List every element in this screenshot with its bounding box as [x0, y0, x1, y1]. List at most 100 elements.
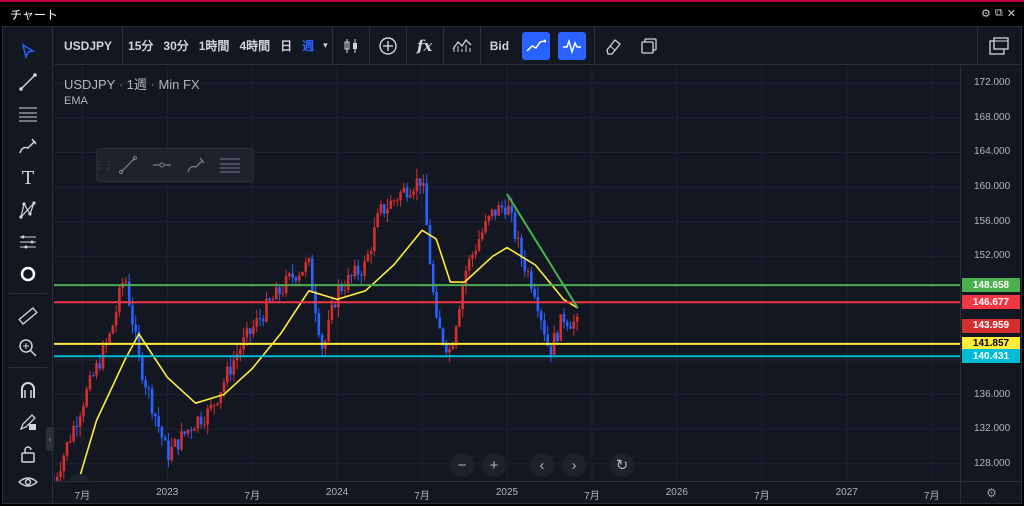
candle-body: [516, 237, 520, 239]
layout-icon[interactable]: [986, 32, 1014, 60]
time-tick: 7月: [74, 491, 91, 502]
drag-handle-icon[interactable]: ⋮⋮: [94, 149, 114, 181]
chart-settings-icon[interactable]: ⚙: [960, 481, 1022, 503]
line-chart-toggle-icon[interactable]: [522, 31, 551, 60]
legend-indicator[interactable]: EMA: [64, 95, 88, 107]
time-axis[interactable]: 7月 2023 7月 2024 7月 2025 7月 2026 7月 2027 7月: [54, 481, 960, 503]
candle-body: [154, 413, 157, 417]
float-hline-icon[interactable]: [145, 149, 179, 181]
candle-body: [369, 250, 373, 254]
compare-plus-icon[interactable]: [374, 32, 402, 60]
scroll-right-icon[interactable]: ›: [562, 453, 586, 477]
candle-body: [454, 326, 458, 346]
symbol-search[interactable]: USDJPY: [54, 27, 122, 65]
chart-pane[interactable]: USDJPY · 1週 · Min FX EMA ⋮⋮ − + ‹ › ↻: [54, 66, 960, 481]
indicators-fx-icon[interactable]: fx: [411, 32, 439, 60]
interval-1h[interactable]: 1時間: [194, 27, 235, 65]
interval-week[interactable]: 週: [297, 27, 319, 65]
collapse-toolbar-icon[interactable]: ‹: [46, 427, 54, 451]
cursor-icon[interactable]: [15, 39, 41, 63]
price-line-label: 140.431: [962, 349, 1020, 364]
interval-15m[interactable]: 15分: [123, 27, 158, 65]
candle-body: [199, 416, 203, 425]
chevron-down-icon[interactable]: ▾: [319, 27, 332, 65]
candle-body: [565, 322, 569, 327]
price-tick: 160.000: [974, 181, 1011, 193]
candle-body: [190, 429, 193, 431]
candle-body: [526, 271, 530, 273]
candle-body: [294, 277, 298, 281]
settings-icon[interactable]: ⚙: [981, 7, 991, 20]
candle-body: [327, 319, 330, 342]
fib-icon[interactable]: [15, 102, 41, 126]
oscillator-toggle-icon[interactable]: [558, 31, 587, 60]
price-tick: 152.000: [974, 250, 1011, 262]
copy-icon[interactable]: [635, 32, 663, 60]
candle-body: [245, 328, 249, 338]
candle-body: [356, 265, 360, 275]
candle-body: [297, 275, 301, 281]
candle-body: [147, 387, 151, 389]
scroll-left-icon[interactable]: ‹: [530, 453, 554, 477]
ruler-icon[interactable]: [15, 304, 41, 328]
candle-body: [477, 239, 481, 251]
candle-body: [549, 345, 553, 355]
candle-body: [167, 440, 170, 461]
price-tick: 164.000: [974, 146, 1011, 158]
projection-icon[interactable]: [15, 230, 41, 254]
time-tick: 7月: [584, 491, 600, 502]
zoom-in-icon[interactable]: +: [482, 453, 506, 477]
candles-icon[interactable]: [337, 32, 365, 60]
candle-body: [291, 273, 294, 278]
chart-legend: USDJPY · 1週 · Min FX: [64, 77, 200, 92]
lock-icon[interactable]: [15, 442, 41, 466]
interval-4h[interactable]: 4時間: [234, 27, 275, 65]
candle-body: [530, 271, 533, 289]
text-icon[interactable]: T: [15, 166, 41, 190]
interval-30m[interactable]: 30分: [158, 27, 193, 65]
eraser-icon[interactable]: [599, 32, 627, 60]
price-axis[interactable]: 172.000 168.000 164.000 160.000 156.000 152.0…: [960, 66, 1022, 481]
time-tick: 7月: [244, 491, 260, 502]
eye-icon[interactable]: [15, 470, 41, 494]
candle-body: [212, 404, 216, 406]
candle-body: [150, 388, 154, 414]
candle-body: [252, 326, 255, 334]
bid-button[interactable]: Bid: [481, 27, 518, 65]
popout-icon[interactable]: ⧉: [995, 7, 1003, 20]
zoom-icon[interactable]: [15, 336, 41, 360]
candle-body: [82, 406, 85, 417]
candle-body: [418, 178, 422, 186]
price-line-label: 146.677: [962, 295, 1020, 310]
circle-icon[interactable]: [15, 262, 41, 286]
candle-body: [333, 304, 337, 308]
reset-chart-icon[interactable]: ↻: [610, 453, 634, 477]
magnet-icon[interactable]: [15, 378, 41, 402]
float-trendline-icon[interactable]: [111, 149, 145, 181]
floating-drawing-toolbar: ⋮⋮: [94, 148, 254, 182]
candle-body: [500, 205, 504, 208]
candle-body: [186, 429, 190, 434]
candle-body: [183, 431, 187, 434]
brush-icon[interactable]: [15, 134, 41, 158]
candle-body: [216, 403, 219, 405]
pattern-icon[interactable]: [15, 198, 41, 222]
candle-body: [157, 416, 160, 427]
candle-body: [471, 254, 474, 259]
float-brush-icon[interactable]: [179, 149, 213, 181]
interval-day[interactable]: 日: [275, 27, 297, 65]
close-icon[interactable]: ✕: [1007, 7, 1016, 20]
candle-body: [448, 349, 451, 353]
chart-canvas[interactable]: [54, 66, 960, 481]
zoom-out-icon[interactable]: −: [450, 453, 474, 477]
time-tick: 7月: [923, 491, 940, 502]
candle-body: [255, 318, 258, 327]
candle-body: [95, 363, 98, 376]
float-fib-icon[interactable]: [213, 149, 247, 181]
lock-pencil-icon[interactable]: [15, 410, 41, 434]
trendline-icon[interactable]: [15, 70, 41, 94]
chart-frame: T USDJPY 15分 30分 1時間 4時間 日 週 ▾ fx Bid US…: [2, 26, 1022, 504]
templates-icon[interactable]: [448, 32, 476, 60]
time-tick: 7月: [414, 491, 430, 502]
candle-body: [324, 341, 327, 349]
